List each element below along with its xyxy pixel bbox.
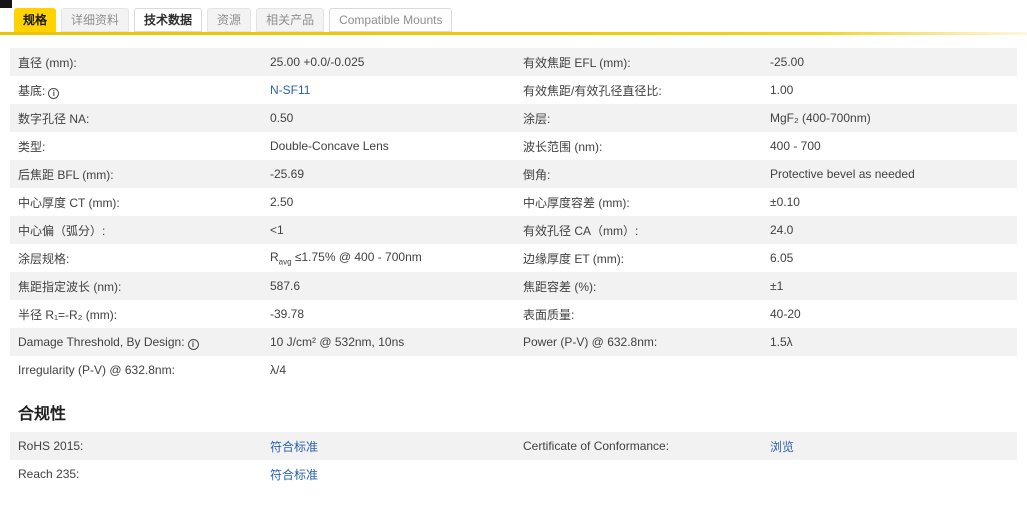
spec-label: Certificate of Conformance: <box>515 439 762 453</box>
tab-compatible-mounts[interactable]: Compatible Mounts <box>329 8 452 32</box>
spec-value-link[interactable]: 符合标准 <box>270 440 318 454</box>
spec-label: 后焦距 BFL (mm): <box>10 166 262 183</box>
spec-value: 10 J/cm² @ 532nm, 10ns <box>262 335 515 349</box>
spec-label: 波长范围 (nm): <box>515 138 762 155</box>
spec-value: 25.00 +0.0/-0.025 <box>262 55 515 69</box>
table-row: 中心厚度 CT (mm):2.50中心厚度容差 (mm):±0.10 <box>10 188 1017 216</box>
spec-value: ±0.10 <box>762 195 1017 209</box>
spec-value: Protective bevel as needed <box>762 167 1017 181</box>
spec-value[interactable]: 符合标准 <box>262 438 515 455</box>
spec-label: Power (P-V) @ 632.8nm: <box>515 335 762 349</box>
spec-value-link[interactable]: N-SF11 <box>270 83 310 97</box>
spec-value: 587.6 <box>262 279 515 293</box>
info-icon[interactable]: i <box>48 88 59 99</box>
spec-label: 涂层规格: <box>10 250 262 267</box>
spec-value: 2.50 <box>262 195 515 209</box>
spec-label: 边缘厚度 ET (mm): <box>515 250 762 267</box>
tab-bar: 规格 详细资料 技术数据 资源 相关产品 Compatible Mounts <box>0 0 1027 32</box>
spec-value: 1.00 <box>762 83 1017 97</box>
spec-value: -39.78 <box>262 307 515 321</box>
spec-label: 焦距指定波长 (nm): <box>10 278 262 295</box>
table-row: 数字孔径 NA:0.50涂层:MgF₂ (400-700nm) <box>10 104 1017 132</box>
spec-label: 有效焦距 EFL (mm): <box>515 54 762 71</box>
table-row: 涂层规格:Ravg ≤1.75% @ 400 - 700nm边缘厚度 ET (m… <box>10 244 1017 272</box>
spec-value: ±1 <box>762 279 1017 293</box>
screen-corner-artifact <box>0 0 12 8</box>
spec-table: 直径 (mm):25.00 +0.0/-0.025有效焦距 EFL (mm):-… <box>10 48 1017 384</box>
spec-value[interactable]: 浏览 <box>762 438 1017 455</box>
spec-label: 基底:i <box>10 82 262 99</box>
table-row: Damage Threshold, By Design:i10 J/cm² @ … <box>10 328 1017 356</box>
spec-label: 倒角: <box>515 166 762 183</box>
tab-related-products[interactable]: 相关产品 <box>256 8 324 32</box>
spec-value: 400 - 700 <box>762 139 1017 153</box>
table-row: 中心偏（弧分）:<1有效孔径 CA（mm）:24.0 <box>10 216 1017 244</box>
compliance-heading: 合规性 <box>18 400 1027 424</box>
spec-value: λ/4 <box>262 363 515 377</box>
info-icon[interactable]: i <box>188 339 199 350</box>
spec-label: 有效孔径 CA（mm）: <box>515 222 762 239</box>
spec-label: Reach 235: <box>10 467 262 481</box>
spec-value: 0.50 <box>262 111 515 125</box>
tab-accent-underline <box>0 32 1027 35</box>
spec-value: 24.0 <box>762 223 1017 237</box>
spec-label: 直径 (mm): <box>10 54 262 71</box>
tab-specs[interactable]: 规格 <box>14 8 56 32</box>
spec-label: 有效焦距/有效孔径直径比: <box>515 82 762 99</box>
table-row: Reach 235: 符合标准 <box>10 460 1017 488</box>
table-row: 半径 R₁=-R₂ (mm):-39.78表面质量:40-20 <box>10 300 1017 328</box>
spec-value: <1 <box>262 223 515 237</box>
spec-value-link[interactable]: 符合标准 <box>270 468 318 482</box>
spec-value: 40-20 <box>762 307 1017 321</box>
table-row: 直径 (mm):25.00 +0.0/-0.025有效焦距 EFL (mm):-… <box>10 48 1017 76</box>
spec-label: 中心偏（弧分）: <box>10 222 262 239</box>
table-row: 基底:i N-SF11 有效焦距/有效孔径直径比:1.00 <box>10 76 1017 104</box>
spec-value: MgF₂ (400-700nm) <box>762 111 1017 125</box>
spec-value: 6.05 <box>762 251 1017 265</box>
spec-label: 中心厚度容差 (mm): <box>515 194 762 211</box>
spec-value: 1.5λ <box>762 335 1017 349</box>
table-row: RoHS 2015: 符合标准 Certificate of Conformance… <box>10 432 1017 460</box>
spec-label: 半径 R₁=-R₂ (mm): <box>10 306 262 323</box>
spec-label: Irregularity (P-V) @ 632.8nm: <box>10 363 262 377</box>
spec-label: 焦距容差 (%): <box>515 278 762 295</box>
tab-technical-data[interactable]: 技术数据 <box>134 8 202 32</box>
spec-value-link[interactable]: 浏览 <box>770 440 794 454</box>
spec-label: 数字孔径 NA: <box>10 110 262 127</box>
spec-label: Damage Threshold, By Design:i <box>10 335 262 350</box>
spec-label: 涂层: <box>515 110 762 127</box>
table-row: 后焦距 BFL (mm):-25.69倒角:Protective bevel a… <box>10 160 1017 188</box>
spec-value: Double-Concave Lens <box>262 139 515 153</box>
spec-label: 中心厚度 CT (mm): <box>10 194 262 211</box>
spec-value[interactable]: N-SF11 <box>262 83 515 97</box>
spec-value: -25.69 <box>262 167 515 181</box>
spec-value[interactable]: 符合标准 <box>262 466 515 483</box>
spec-value: Ravg ≤1.75% @ 400 - 700nm <box>262 250 515 266</box>
table-row: 类型:Double-Concave Lens波长范围 (nm):400 - 70… <box>10 132 1017 160</box>
table-row: 焦距指定波长 (nm):587.6焦距容差 (%):±1 <box>10 272 1017 300</box>
spec-value: -25.00 <box>762 55 1017 69</box>
spec-label: 类型: <box>10 138 262 155</box>
tab-details[interactable]: 详细资料 <box>61 8 129 32</box>
spec-label: 表面质量: <box>515 306 762 323</box>
spec-label: RoHS 2015: <box>10 439 262 453</box>
table-row: Irregularity (P-V) @ 632.8nm:λ/4 <box>10 356 1017 384</box>
compliance-table: RoHS 2015: 符合标准 Certificate of Conformance… <box>10 432 1017 488</box>
tab-resources[interactable]: 资源 <box>207 8 251 32</box>
